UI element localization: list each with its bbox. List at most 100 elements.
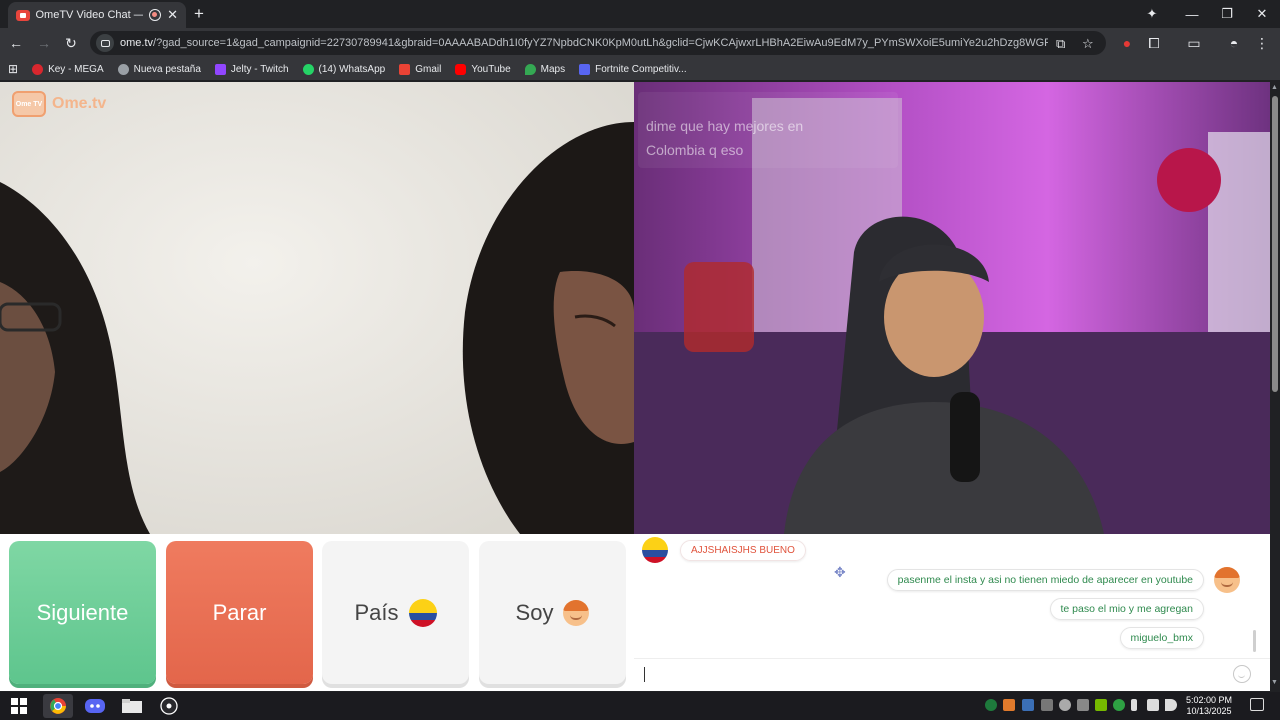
stop-button[interactable]: Parar [166, 541, 313, 684]
back-arrow-icon[interactable]: ← [6, 33, 26, 53]
emoji-icon[interactable] [1233, 665, 1251, 683]
apps-grid-icon[interactable]: ⊞ [8, 62, 18, 76]
overlay-line: dime que hay mejores en [646, 118, 804, 134]
tray-app-icon[interactable] [1077, 699, 1089, 711]
chat-input[interactable] [634, 658, 1270, 691]
tab-title: OmeTV Video Chat — Ome [35, 9, 144, 21]
url-path: /?gad_source=1&gad_campaignid=2273078994… [153, 37, 1048, 49]
network-tray-icon[interactable] [1147, 699, 1159, 711]
stranger-video-frame [0, 82, 634, 534]
new-tab-button[interactable]: + [194, 4, 204, 24]
scrollbar-thumb[interactable] [1272, 96, 1278, 392]
bookmark-label: YouTube [471, 63, 511, 75]
next-button[interactable]: Siguiente [9, 541, 156, 684]
system-clock[interactable]: 5:02:00 PM 10/13/2025 [1182, 695, 1236, 717]
minimize-button[interactable]: — [1174, 0, 1210, 28]
self-avatar-icon [1214, 567, 1240, 593]
boy-avatar-icon [563, 599, 590, 626]
menu-dots-icon[interactable]: ⋮ [1252, 33, 1272, 53]
bookmark-maps[interactable]: Maps [524, 63, 566, 75]
bookmark-mega[interactable]: Key - MEGA [32, 63, 104, 75]
gender-button[interactable]: Soy [479, 541, 626, 684]
outgoing-message-bubble: te paso el mio y me agregan [1049, 598, 1204, 620]
self-video: dime que hay mejores en Colombia q eso [634, 82, 1270, 534]
mega-icon [32, 63, 44, 75]
tab-ometv[interactable]: OmeTV Video Chat — Ome ✕ [8, 2, 186, 28]
close-window-button[interactable]: ✕ [1244, 0, 1280, 28]
steam-tray-icon[interactable] [1022, 699, 1034, 711]
text-caret [644, 667, 645, 682]
ometv-tv-icon: Ome TV [12, 91, 46, 117]
country-button[interactable]: País [322, 541, 469, 684]
microphone-tray-icon[interactable] [1131, 699, 1137, 711]
clock-date: 10/13/2025 [1186, 706, 1232, 716]
file-explorer-icon[interactable] [117, 694, 147, 718]
bookmark-label: (14) WhatsApp [318, 63, 386, 75]
chrome-taskbar-icon[interactable] [43, 694, 73, 718]
maps-pin-icon [524, 63, 536, 75]
outgoing-message-bubble: miguelo_bmx [1119, 627, 1204, 649]
ometv-page: Ome TV Ome.tv dime que hay mejores en Co… [0, 82, 1270, 691]
stop-button-label: Parar [212, 599, 267, 625]
extension-record-icon[interactable]: ● [1117, 33, 1137, 53]
notification-icon[interactable] [1250, 698, 1264, 711]
url-host: ome.tv [120, 37, 154, 49]
install-app-icon[interactable]: ⧉ [1056, 36, 1065, 52]
tab-close-icon[interactable]: ✕ [167, 7, 178, 23]
tray-app-icon[interactable] [1059, 699, 1071, 711]
tab-strip: OmeTV Video Chat — Ome ✕ + ✦ — ❐ ✕ [0, 0, 1280, 28]
chat-controls: Siguiente Parar País Soy [0, 534, 634, 691]
bookmark-twitch[interactable]: Jelty - Twitch [214, 63, 289, 75]
recording-icon [149, 9, 162, 21]
bookmarks-bar: ⊞ Key - MEGA Nueva pestaña Jelty - Twitc… [0, 58, 1280, 80]
scroll-up-icon[interactable]: ▲ [1271, 84, 1278, 91]
address-bar[interactable]: ome.tv/?gad_source=1&gad_campaignid=2273… [90, 31, 1106, 55]
extensions-puzzle-icon[interactable]: ⧠ [1144, 33, 1164, 53]
outgoing-message-bubble: pasenme el insta y asi no tienen miedo d… [886, 569, 1204, 591]
gender-button-label: Soy [515, 599, 554, 625]
youtube-icon [455, 63, 467, 75]
scroll-down-icon[interactable]: ▼ [1271, 679, 1278, 686]
ometv-logo-text: Ome.tv [52, 95, 107, 112]
tray-app-icon[interactable] [985, 699, 997, 711]
windows-start-icon[interactable] [4, 694, 34, 718]
tray-app-icon[interactable] [1113, 699, 1125, 711]
globe-icon [117, 63, 129, 75]
reload-icon[interactable]: ↻ [61, 33, 81, 53]
bookmark-whatsapp[interactable]: (14) WhatsApp [302, 63, 386, 75]
volume-tray-icon[interactable] [1165, 699, 1177, 711]
cast-media-icon[interactable]: ▭ [1184, 33, 1204, 53]
forward-arrow-icon[interactable]: → [34, 33, 54, 53]
nvidia-tray-icon[interactable] [1095, 699, 1107, 711]
chat-scrollbar[interactable] [1253, 630, 1256, 652]
page-scrollbar[interactable]: ▲ ▼ [1270, 82, 1280, 691]
tray-app-icon[interactable] [1003, 699, 1015, 711]
bookmark-gmail[interactable]: Gmail [399, 63, 442, 75]
url-text[interactable]: ome.tv/?gad_source=1&gad_campaignid=2273… [120, 37, 1048, 49]
fortnite-icon [579, 63, 591, 75]
restore-button[interactable]: ❐ [1209, 0, 1245, 28]
clock-time: 5:02:00 PM [1185, 695, 1233, 705]
gmail-icon [399, 63, 411, 75]
tray-app-icon[interactable] [1041, 699, 1053, 711]
overlay-line: Colombia q eso [646, 142, 744, 158]
country-button-label: País [354, 599, 399, 625]
discord-taskbar-icon[interactable] [80, 694, 110, 718]
bookmark-label: Gmail [415, 63, 442, 75]
obs-taskbar-icon[interactable] [154, 694, 184, 718]
whatsapp-icon [302, 63, 314, 75]
browser-window: OmeTV Video Chat — Ome ✕ + ✦ — ❐ ✕ ← → ↻… [0, 0, 1280, 720]
incoming-message-bubble: AJJSHAISJHS BUENO [680, 539, 806, 561]
profile-avatar-icon[interactable]: ◓ [1224, 33, 1244, 53]
bookmark-youtube[interactable]: YouTube [455, 63, 511, 75]
bookmark-new-tab[interactable]: Nueva pestaña [117, 63, 201, 75]
site-info-icon[interactable] [96, 34, 114, 52]
ometv-favicon-icon [16, 9, 30, 21]
gemini-sparkle-icon[interactable]: ✦ [1134, 0, 1170, 28]
stranger-video: Ome TV Ome.tv [0, 82, 634, 534]
bookmark-label: Nueva pestaña [133, 63, 201, 75]
ometv-logo[interactable]: Ome TV Ome.tv [12, 91, 106, 117]
bookmark-label: Maps [540, 63, 566, 75]
bookmark-star-icon[interactable]: ☆ [1082, 36, 1094, 52]
bookmark-fortnite[interactable]: Fortnite Competitiv... [579, 63, 687, 75]
